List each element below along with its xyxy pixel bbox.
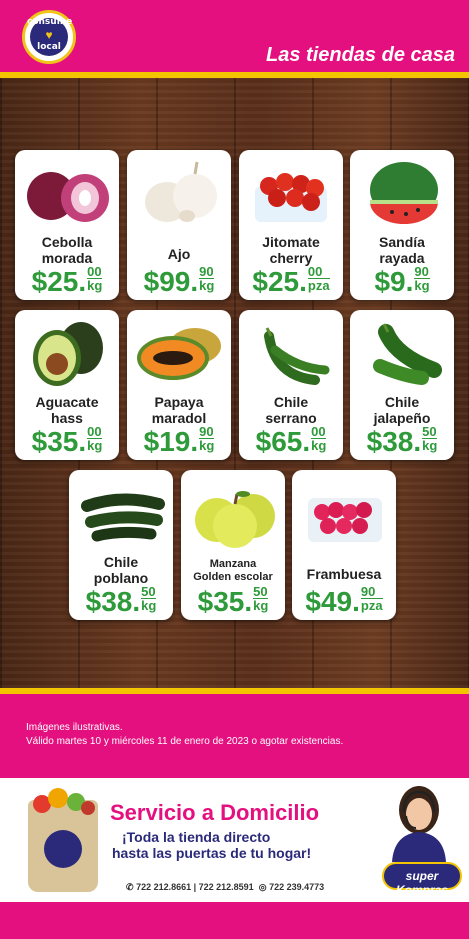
product-price: $25. 00 pza (252, 264, 330, 297)
product-card: Chile serrano $65. 00 kg (239, 310, 343, 460)
product-card: Aguacate hass $35. 00 kg (15, 310, 119, 460)
phone-numbers: ✆ 722 212.8661 | 722 212.8591 ◎ 722 239.… (126, 882, 325, 892)
validity-text: Válido martes 10 y miércoles 11 de enero… (26, 736, 344, 747)
flyer: consume ♥ local Las tiendas de casa Cebo… (0, 0, 469, 939)
jalapeno-icon (356, 316, 448, 388)
product-card: Manzana Golden escolar $35. 50 kg (181, 470, 285, 620)
header: consume ♥ local Las tiendas de casa (0, 0, 469, 78)
product-name: Chile serrano (265, 394, 317, 426)
delivery-title: Servicio a Domicilio (110, 800, 320, 825)
customer-service-agent-icon (392, 786, 446, 862)
consume-local-logo: consume ♥ local (22, 10, 76, 64)
product-card: Ajo $99. 90 kg (127, 150, 231, 300)
product-card: Sandía rayada $9. 90 kg (350, 150, 454, 300)
red-onion-icon (21, 156, 113, 228)
watermelon-icon (356, 156, 448, 228)
garlic-icon (133, 156, 225, 228)
product-price: $9. 90 kg (374, 264, 430, 297)
bag-logo (44, 830, 82, 868)
poblano-icon (75, 476, 167, 548)
product-price: $19. 90 kg (143, 424, 215, 457)
avocado-icon (21, 316, 113, 388)
product-card: Frambuesa $49. 90 pza (292, 470, 396, 620)
product-card: Cebolla morada $25. 00 kg (15, 150, 119, 300)
product-name: Chile poblano (93, 554, 149, 586)
product-name: Aguacate hass (35, 394, 99, 426)
tagline: Las tiendas de casa (266, 44, 455, 66)
grocery-bag-icon (28, 788, 98, 892)
product-name: Frambuesa (306, 566, 382, 582)
delivery-subtitle-line2: hasta las puertas de tu hogar! (112, 845, 312, 861)
notes-banner: Imágenes ilustrativas. Válido martes 10 … (0, 694, 469, 778)
product-name: Chile jalapeño (373, 394, 431, 426)
serrano-pepper-icon (245, 316, 337, 388)
product-price: $38. 50 kg (366, 424, 438, 457)
product-price: $35. 00 kg (31, 424, 103, 457)
product-name: Manzana Golden escolar (193, 558, 273, 583)
product-price: $25. 00 kg (31, 264, 103, 297)
contact-bar: ✆ 722 212.8661 | 722 212.8591 ◎ 722 239.… (0, 882, 469, 939)
product-name: Ajo (167, 246, 191, 262)
super-kompras-logo: super Kompras (382, 862, 462, 897)
product-name: Sandía rayada (379, 234, 425, 266)
heart-icon: ♥ (45, 28, 53, 42)
product-price: $65. 00 kg (255, 424, 327, 457)
papaya-icon (133, 316, 225, 388)
product-card: Chile jalapeño $38. 50 kg (350, 310, 454, 460)
phone-icon: ✆ (126, 882, 134, 892)
vegetables-icon (33, 788, 95, 815)
whatsapp-icon: ◎ (258, 882, 267, 892)
apple-icon (187, 476, 279, 548)
product-name: Papaya maradol (151, 394, 207, 426)
product-price: $49. 90 pza (305, 584, 383, 617)
product-name: Jitomate cherry (262, 234, 320, 266)
product-name: Cebolla morada (41, 234, 93, 266)
product-price: $38. 50 kg (85, 584, 157, 617)
product-price: $35. 50 kg (197, 584, 269, 617)
product-card: Chile poblano $38. 50 kg (69, 470, 173, 620)
product-price: $99. 90 kg (143, 264, 215, 297)
cherry-tomato-icon (245, 156, 337, 228)
product-card: Papaya maradol $19. 90 kg (127, 310, 231, 460)
disclaimer-text: Imágenes ilustrativas. (26, 722, 123, 733)
delivery-subtitle-line1: ¡Toda la tienda directo (122, 829, 271, 845)
raspberry-icon (298, 476, 390, 548)
product-card: Jitomate cherry $25. 00 pza (239, 150, 343, 300)
